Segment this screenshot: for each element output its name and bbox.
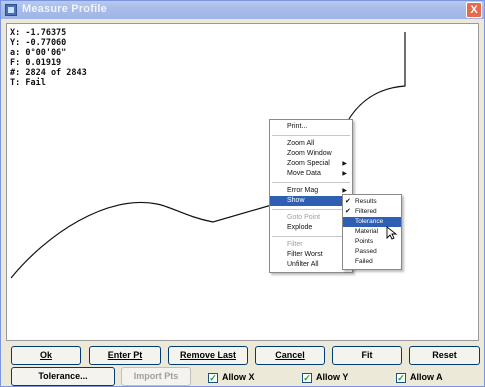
menu-item-filter-worst[interactable]: Filter Worst [270,250,352,260]
ok-button-label: Ok [39,350,52,360]
tolerance-button[interactable]: Tolerance... [11,367,115,386]
checkbox-checked-icon: ✓ [396,373,406,383]
submenu-item-failed[interactable]: Failed [343,257,401,267]
allow-y-checkbox[interactable]: ✓ Allow Y [302,371,348,383]
pointer-cursor-icon [386,226,398,240]
menu-item-error-mag[interactable]: Error Mag ▶ [270,186,352,196]
menu-separator [272,135,350,136]
menu-item-label: Error Mag [287,187,319,194]
measure-profile-window: Measure Profile X X: -1.76375 Y: -0.7706… [0,0,485,387]
menu-item-zoom-all[interactable]: Zoom All [270,139,352,149]
menu-item-label: Explode [287,224,313,231]
check-icon: ✔ [345,198,351,205]
check-icon: ✔ [345,208,351,215]
readout-f: F: 0.01919 [10,58,62,68]
ok-button[interactable]: Ok [11,346,81,365]
submenu-item-results[interactable]: ✔ Results [343,197,401,207]
menu-separator [272,236,350,237]
fit-button[interactable]: Fit [332,346,402,365]
allow-y-label: Allow Y [316,372,349,382]
menu-item-unfilter-all[interactable]: Unfilter All [270,260,352,270]
menu-item-label: Move Data [287,170,321,177]
menu-item-label: Show [287,197,305,204]
readout-y: Y: -0.77060 [10,38,67,48]
coordinate-readout: X: -1.76375 Y: -0.77060 a: 0°00'06" F: 0… [10,28,87,88]
submenu-arrow-icon: ▶ [342,161,347,167]
menu-item-print[interactable]: Print... [270,122,352,132]
allow-a-checkbox[interactable]: ✓ Allow A [396,371,443,383]
menu-item-label: Zoom Special [287,160,330,167]
enter-pt-button-label: Enter Pt [107,350,143,360]
reset-button[interactable]: Reset [409,346,480,365]
checkbox-checked-icon: ✓ [302,373,312,383]
import-pts-button: Import Pts [121,367,191,386]
menu-separator [272,209,350,210]
menu-item-show[interactable]: Show▶ [270,196,352,206]
readout-n: #: 2824 of 2843 [10,68,87,78]
readout-t: T: Fail [10,78,46,88]
profile-plot-area[interactable]: X: -1.76375 Y: -0.77060 a: 0°00'06" F: 0… [6,23,479,341]
cancel-button-label: Cancel [275,350,305,360]
close-button[interactable]: X [466,2,482,18]
menu-separator [272,182,350,183]
context-menu: Print... Zoom All Zoom Window Zoom Speci… [269,119,353,273]
title-bar[interactable]: Measure Profile X [1,1,484,19]
app-icon [5,4,17,16]
menu-item-zoom-window[interactable]: Zoom Window [270,149,352,159]
allow-a-label: Allow A [410,372,443,382]
checkbox-checked-icon: ✓ [208,373,218,383]
window-title: Measure Profile [22,3,107,15]
submenu-arrow-icon: ▶ [342,171,347,177]
remove-last-button-label: Remove Last [179,350,237,360]
menu-item-zoom-special[interactable]: Zoom Special ▶ [270,159,352,169]
enter-pt-button[interactable]: Enter Pt [89,346,161,365]
readout-a: a: 0°00'06" [10,48,67,58]
menu-item-explode[interactable]: Explode▶ [270,223,352,233]
submenu-item-passed[interactable]: Passed [343,247,401,257]
remove-last-button[interactable]: Remove Last [168,346,248,365]
allow-x-checkbox[interactable]: ✓ Allow X [208,371,255,383]
menu-item-move-data[interactable]: Move Data ▶ [270,169,352,179]
readout-x: X: -1.76375 [10,28,67,38]
submenu-item-label: Filtered [355,208,377,215]
submenu-item-label: Results [355,198,377,205]
allow-x-label: Allow X [222,372,255,382]
cancel-button[interactable]: Cancel [255,346,325,365]
menu-item-filter: Filter [287,241,303,248]
submenu-item-filtered[interactable]: ✔ Filtered [343,207,401,217]
menu-item-goto-point: Goto Point [287,214,321,221]
